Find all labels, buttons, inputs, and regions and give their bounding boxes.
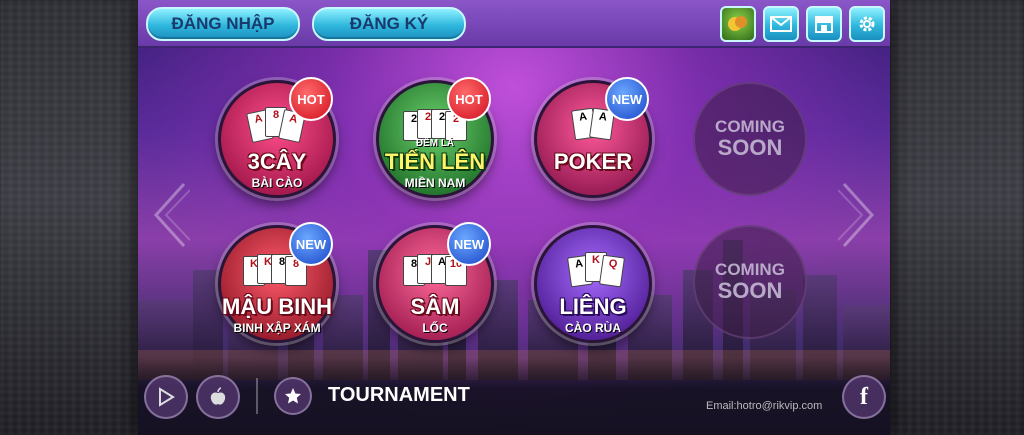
game-tagline: ĐẾM LÁ — [415, 138, 455, 149]
apple-icon[interactable] — [196, 375, 240, 419]
new-badge: NEW — [447, 222, 491, 266]
game-tien-len[interactable]: 2 2 2 2 ĐẾM LÁ TIẾN LÊN MIỀN NAM HOT — [376, 77, 494, 198]
game-lieng[interactable]: A K Q LIÊNG CÀO RÙA — [534, 225, 652, 343]
google-play-icon[interactable] — [144, 375, 188, 419]
prev-page-arrow[interactable] — [150, 180, 190, 250]
tournament-icon[interactable] — [274, 377, 312, 415]
game-lobby: ĐĂNG NHẬP ĐĂNG KÝ A 8 A 3CÂY BÀI CÀO HOT — [138, 0, 890, 435]
coming-soon-slot: COMING SOON — [693, 225, 807, 339]
top-bar: ĐĂNG NHẬP ĐĂNG KÝ — [138, 0, 890, 48]
coming-soon-line1: COMING — [715, 117, 785, 136]
game-title: SÂM — [410, 294, 460, 319]
coming-soon-line2: SOON — [717, 135, 783, 160]
hot-badge: HOT — [289, 77, 333, 121]
game-3cay[interactable]: A 8 A 3CÂY BÀI CÀO HOT — [218, 77, 336, 198]
game-subtitle: MIỀN NAM — [404, 176, 466, 190]
support-email: Email:hotro@rikvip.com — [706, 400, 823, 412]
coming-soon-line1: COMING — [715, 260, 785, 279]
facebook-icon[interactable]: f — [842, 375, 886, 419]
game-mau-binh[interactable]: K K 8 8 MẬU BINH BINH XẬP XÁM NEW — [218, 222, 336, 343]
game-title: LIÊNG — [559, 294, 627, 319]
game-title: 3CÂY — [247, 149, 307, 174]
new-badge: NEW — [605, 77, 649, 121]
cards-icon: A K Q — [559, 250, 629, 290]
coming-soon-slot: COMING SOON — [693, 82, 807, 196]
background-right — [890, 0, 1024, 435]
game-subtitle: LỐC — [422, 321, 448, 335]
game-icon[interactable] — [720, 6, 756, 42]
game-subtitle: BÀI CÀO — [251, 176, 303, 190]
shop-icon[interactable] — [806, 6, 842, 42]
game-title: MẬU BINH — [222, 294, 332, 319]
register-button[interactable]: ĐĂNG KÝ — [312, 7, 466, 41]
settings-icon[interactable] — [849, 6, 885, 42]
game-poker[interactable]: A A POKER NEW — [534, 77, 652, 198]
game-subtitle: CÀO RÙA — [565, 321, 621, 335]
coming-soon-line2: SOON — [717, 278, 783, 303]
game-sam-loc[interactable]: 8 J A 10 SÂM LỐC NEW — [376, 222, 494, 343]
tournament-label[interactable]: TOURNAMENT — [328, 384, 470, 407]
login-button[interactable]: ĐĂNG NHẬP — [146, 7, 300, 41]
next-page-arrow[interactable] — [838, 180, 878, 250]
game-subtitle: BINH XẬP XÁM — [233, 321, 321, 335]
mail-icon[interactable] — [763, 6, 799, 42]
divider — [256, 378, 258, 414]
hot-badge: HOT — [447, 77, 491, 121]
new-badge: NEW — [289, 222, 333, 266]
bottom-bar: TOURNAMENT Email:hotro@rikvip.com f — [138, 358, 890, 435]
game-title: POKER — [553, 149, 633, 174]
game-title: TIẾN LÊN — [384, 149, 486, 174]
background-left — [0, 0, 140, 435]
